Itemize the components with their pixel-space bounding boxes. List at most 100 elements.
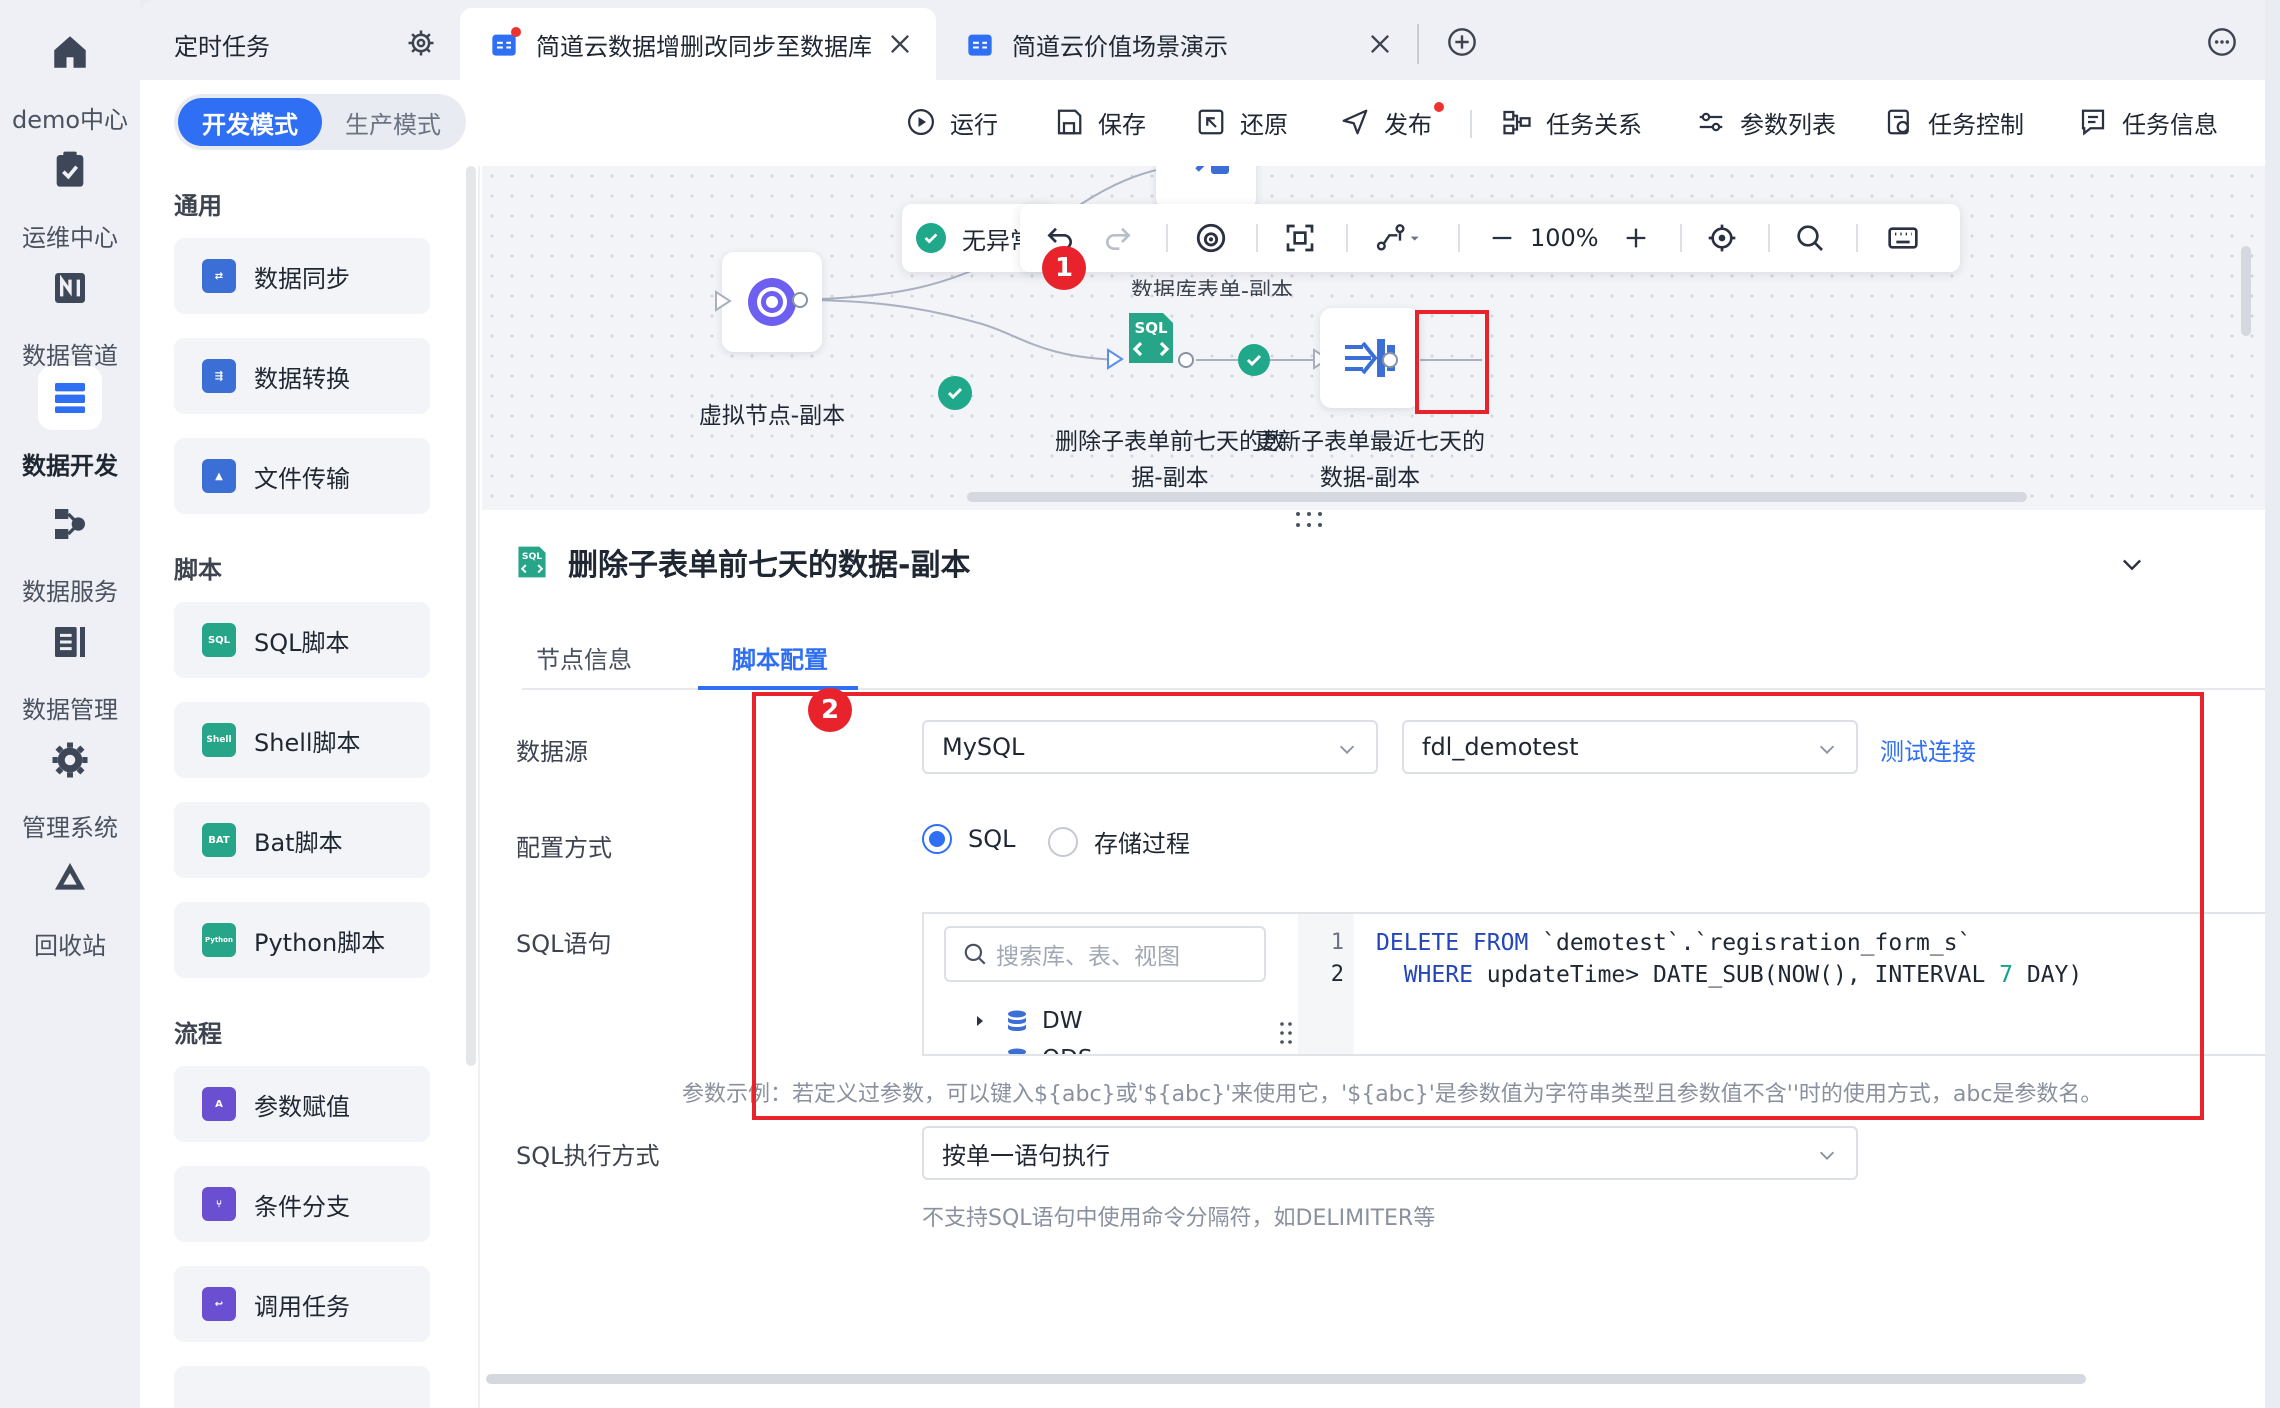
keyboard-icon[interactable] bbox=[1886, 222, 1920, 254]
step-badge-1: 1 bbox=[1042, 246, 1086, 290]
comp-python-script[interactable]: Python Python脚本 bbox=[174, 902, 430, 978]
detail-h-scrollbar[interactable] bbox=[486, 1374, 2086, 1384]
comp-file-transfer[interactable]: ▲ 文件传输 bbox=[174, 438, 430, 514]
nav-label: demo中心 bbox=[11, 106, 129, 134]
drag-handle-icon[interactable] bbox=[1294, 510, 1324, 536]
edge-style-icon[interactable] bbox=[1374, 222, 1426, 254]
param-list-button[interactable]: 参数列表 bbox=[1696, 100, 1836, 144]
highlight-box-script-config bbox=[752, 692, 2204, 1120]
tab-label: 简道云数据增删改同步至数据库 bbox=[536, 32, 872, 61]
toolbar-divider bbox=[1256, 224, 1258, 252]
task-relation-label: 任务关系 bbox=[1546, 110, 1642, 139]
task-control-label: 任务控制 bbox=[1928, 110, 2024, 139]
prod-mode-button[interactable]: 生产模式 bbox=[324, 98, 462, 146]
home-icon bbox=[38, 20, 102, 84]
close-icon[interactable] bbox=[1366, 30, 1394, 58]
data-dev-icon bbox=[38, 366, 102, 430]
zoom-out-icon[interactable] bbox=[1488, 222, 1516, 254]
node-label-update: 更新子表单最近七天的 数据-副本 bbox=[1250, 424, 1490, 496]
highlight-box-sql-node bbox=[1415, 310, 1489, 414]
node-label-line: 更新子表单最近七天的 bbox=[1255, 429, 1485, 455]
data-sync-icon bbox=[1195, 166, 1229, 174]
exec-mode-select[interactable]: 按单一语句执行 bbox=[922, 1126, 1858, 1180]
relation-icon bbox=[1503, 110, 1531, 135]
output-port[interactable] bbox=[1178, 352, 1194, 368]
locate-icon[interactable] bbox=[1706, 222, 1738, 254]
play-icon bbox=[908, 109, 934, 135]
restore-icon bbox=[1198, 109, 1224, 135]
toolbar: 开发模式 生产模式 运行 保存 还原 发布 任务关系 参数列表 任务控制 任务信… bbox=[140, 80, 2265, 166]
nav-label: 管理系统 bbox=[22, 814, 118, 842]
output-port[interactable] bbox=[792, 292, 808, 308]
canvas-h-scrollbar[interactable] bbox=[967, 492, 2027, 502]
output-port[interactable] bbox=[1382, 352, 1398, 368]
node-label-line: 数据-副本 bbox=[1319, 465, 1421, 491]
comp-sql-script[interactable]: SQL SQL脚本 bbox=[174, 602, 430, 678]
fit-view-icon[interactable] bbox=[1284, 222, 1316, 254]
comp-data-sync[interactable]: ⇄ 数据同步 bbox=[174, 238, 430, 314]
tab-scheduled-tasks[interactable]: 定时任务 bbox=[140, 8, 460, 80]
toolbar-divider bbox=[1470, 110, 1472, 138]
task-info-button[interactable]: 任务信息 bbox=[2078, 100, 2218, 144]
python-script-icon: Python bbox=[202, 923, 236, 957]
run-label: 运行 bbox=[950, 110, 998, 139]
close-icon[interactable] bbox=[886, 30, 914, 58]
flow-canvas[interactable]: 虚拟节点-副本 无异常 100% 数据库表单-副本 SQL 1 删除子表单前七天… bbox=[482, 166, 2265, 510]
redo-icon[interactable] bbox=[1102, 222, 1134, 254]
sidebar-scrollbar[interactable] bbox=[466, 166, 476, 1066]
comp-label: 数据同步 bbox=[254, 264, 350, 293]
edge-success-icon bbox=[938, 376, 972, 410]
comp-shell-script[interactable]: Shell Shell脚本 bbox=[174, 702, 430, 778]
node-update-copy[interactable] bbox=[1320, 308, 1420, 408]
comp-more[interactable] bbox=[174, 1366, 430, 1408]
detail-tabs: 节点信息 脚本配置 bbox=[522, 628, 2265, 690]
nav-label: 运维中心 bbox=[22, 224, 118, 252]
select-value: 按单一语句执行 bbox=[942, 1141, 1110, 1170]
clipboard-check-icon bbox=[38, 138, 102, 202]
section-script: 脚本 bbox=[174, 556, 222, 584]
comp-data-transform[interactable]: ⇶ 数据转换 bbox=[174, 338, 430, 414]
toolbar-divider bbox=[1680, 224, 1682, 252]
search-icon[interactable] bbox=[1794, 222, 1826, 254]
tab-jdy-sync[interactable]: 简道云数据增删改同步至数据库 bbox=[460, 8, 936, 80]
param-assign-icon: A bbox=[202, 1087, 236, 1121]
restore-button[interactable]: 还原 bbox=[1196, 100, 1288, 144]
tab-script-config[interactable]: 脚本配置 bbox=[732, 640, 828, 675]
sliders-icon bbox=[1699, 112, 1723, 132]
svg-text:SQL: SQL bbox=[1134, 319, 1168, 337]
toolbar-divider bbox=[1346, 224, 1348, 252]
comp-param-assign[interactable]: A 参数赋值 bbox=[174, 1066, 430, 1142]
run-button[interactable]: 运行 bbox=[906, 100, 998, 144]
section-flow: 流程 bbox=[174, 1020, 222, 1048]
nav-item-recycle-bin[interactable]: 回收站 bbox=[0, 846, 140, 996]
comp-call-task[interactable]: ↩ 调用任务 bbox=[174, 1266, 430, 1342]
gear-icon[interactable] bbox=[406, 28, 436, 64]
publish-button[interactable]: 发布 bbox=[1340, 100, 1444, 144]
task-relation-button[interactable]: 任务关系 bbox=[1502, 100, 1642, 144]
eye-scan-icon[interactable] bbox=[1194, 222, 1228, 254]
tab-divider bbox=[1417, 24, 1419, 64]
check-circle-icon bbox=[916, 223, 946, 253]
comp-condition-branch[interactable]: ⑂ 条件分支 bbox=[174, 1166, 430, 1242]
dev-mode-button[interactable]: 开发模式 bbox=[178, 98, 322, 146]
more-icon[interactable] bbox=[2206, 26, 2238, 64]
detail-header: SQL 删除子表单前七天的数据-副本 bbox=[516, 540, 970, 584]
tab-node-info[interactable]: 节点信息 bbox=[536, 640, 632, 675]
svg-text:SQL: SQL bbox=[522, 551, 542, 562]
pipeline-icon bbox=[38, 256, 102, 320]
canvas-v-scrollbar[interactable] bbox=[2241, 246, 2251, 336]
node-sql-delete-copy[interactable]: SQL bbox=[1117, 304, 1185, 372]
add-tab-icon[interactable] bbox=[1446, 26, 1478, 64]
zoom-in-icon[interactable] bbox=[1622, 222, 1650, 254]
comp-bat-script[interactable]: BAT Bat脚本 bbox=[174, 802, 430, 878]
task-control-button[interactable]: 任务控制 bbox=[1884, 100, 2024, 144]
send-icon bbox=[1342, 109, 1368, 135]
save-button[interactable]: 保存 bbox=[1054, 100, 1146, 144]
exec-hint: 不支持SQL语句中使用命令分隔符，如DELIMITER等 bbox=[922, 1206, 1436, 1231]
comp-label: 数据转换 bbox=[254, 364, 350, 393]
chevron-down-icon[interactable] bbox=[2118, 550, 2146, 584]
comp-label: 文件传输 bbox=[254, 464, 350, 493]
comp-label: 调用任务 bbox=[254, 1292, 350, 1321]
zoom-level: 100% bbox=[1530, 224, 1599, 252]
tab-jdy-value[interactable]: 简道云价值场景演示 bbox=[936, 8, 1416, 80]
